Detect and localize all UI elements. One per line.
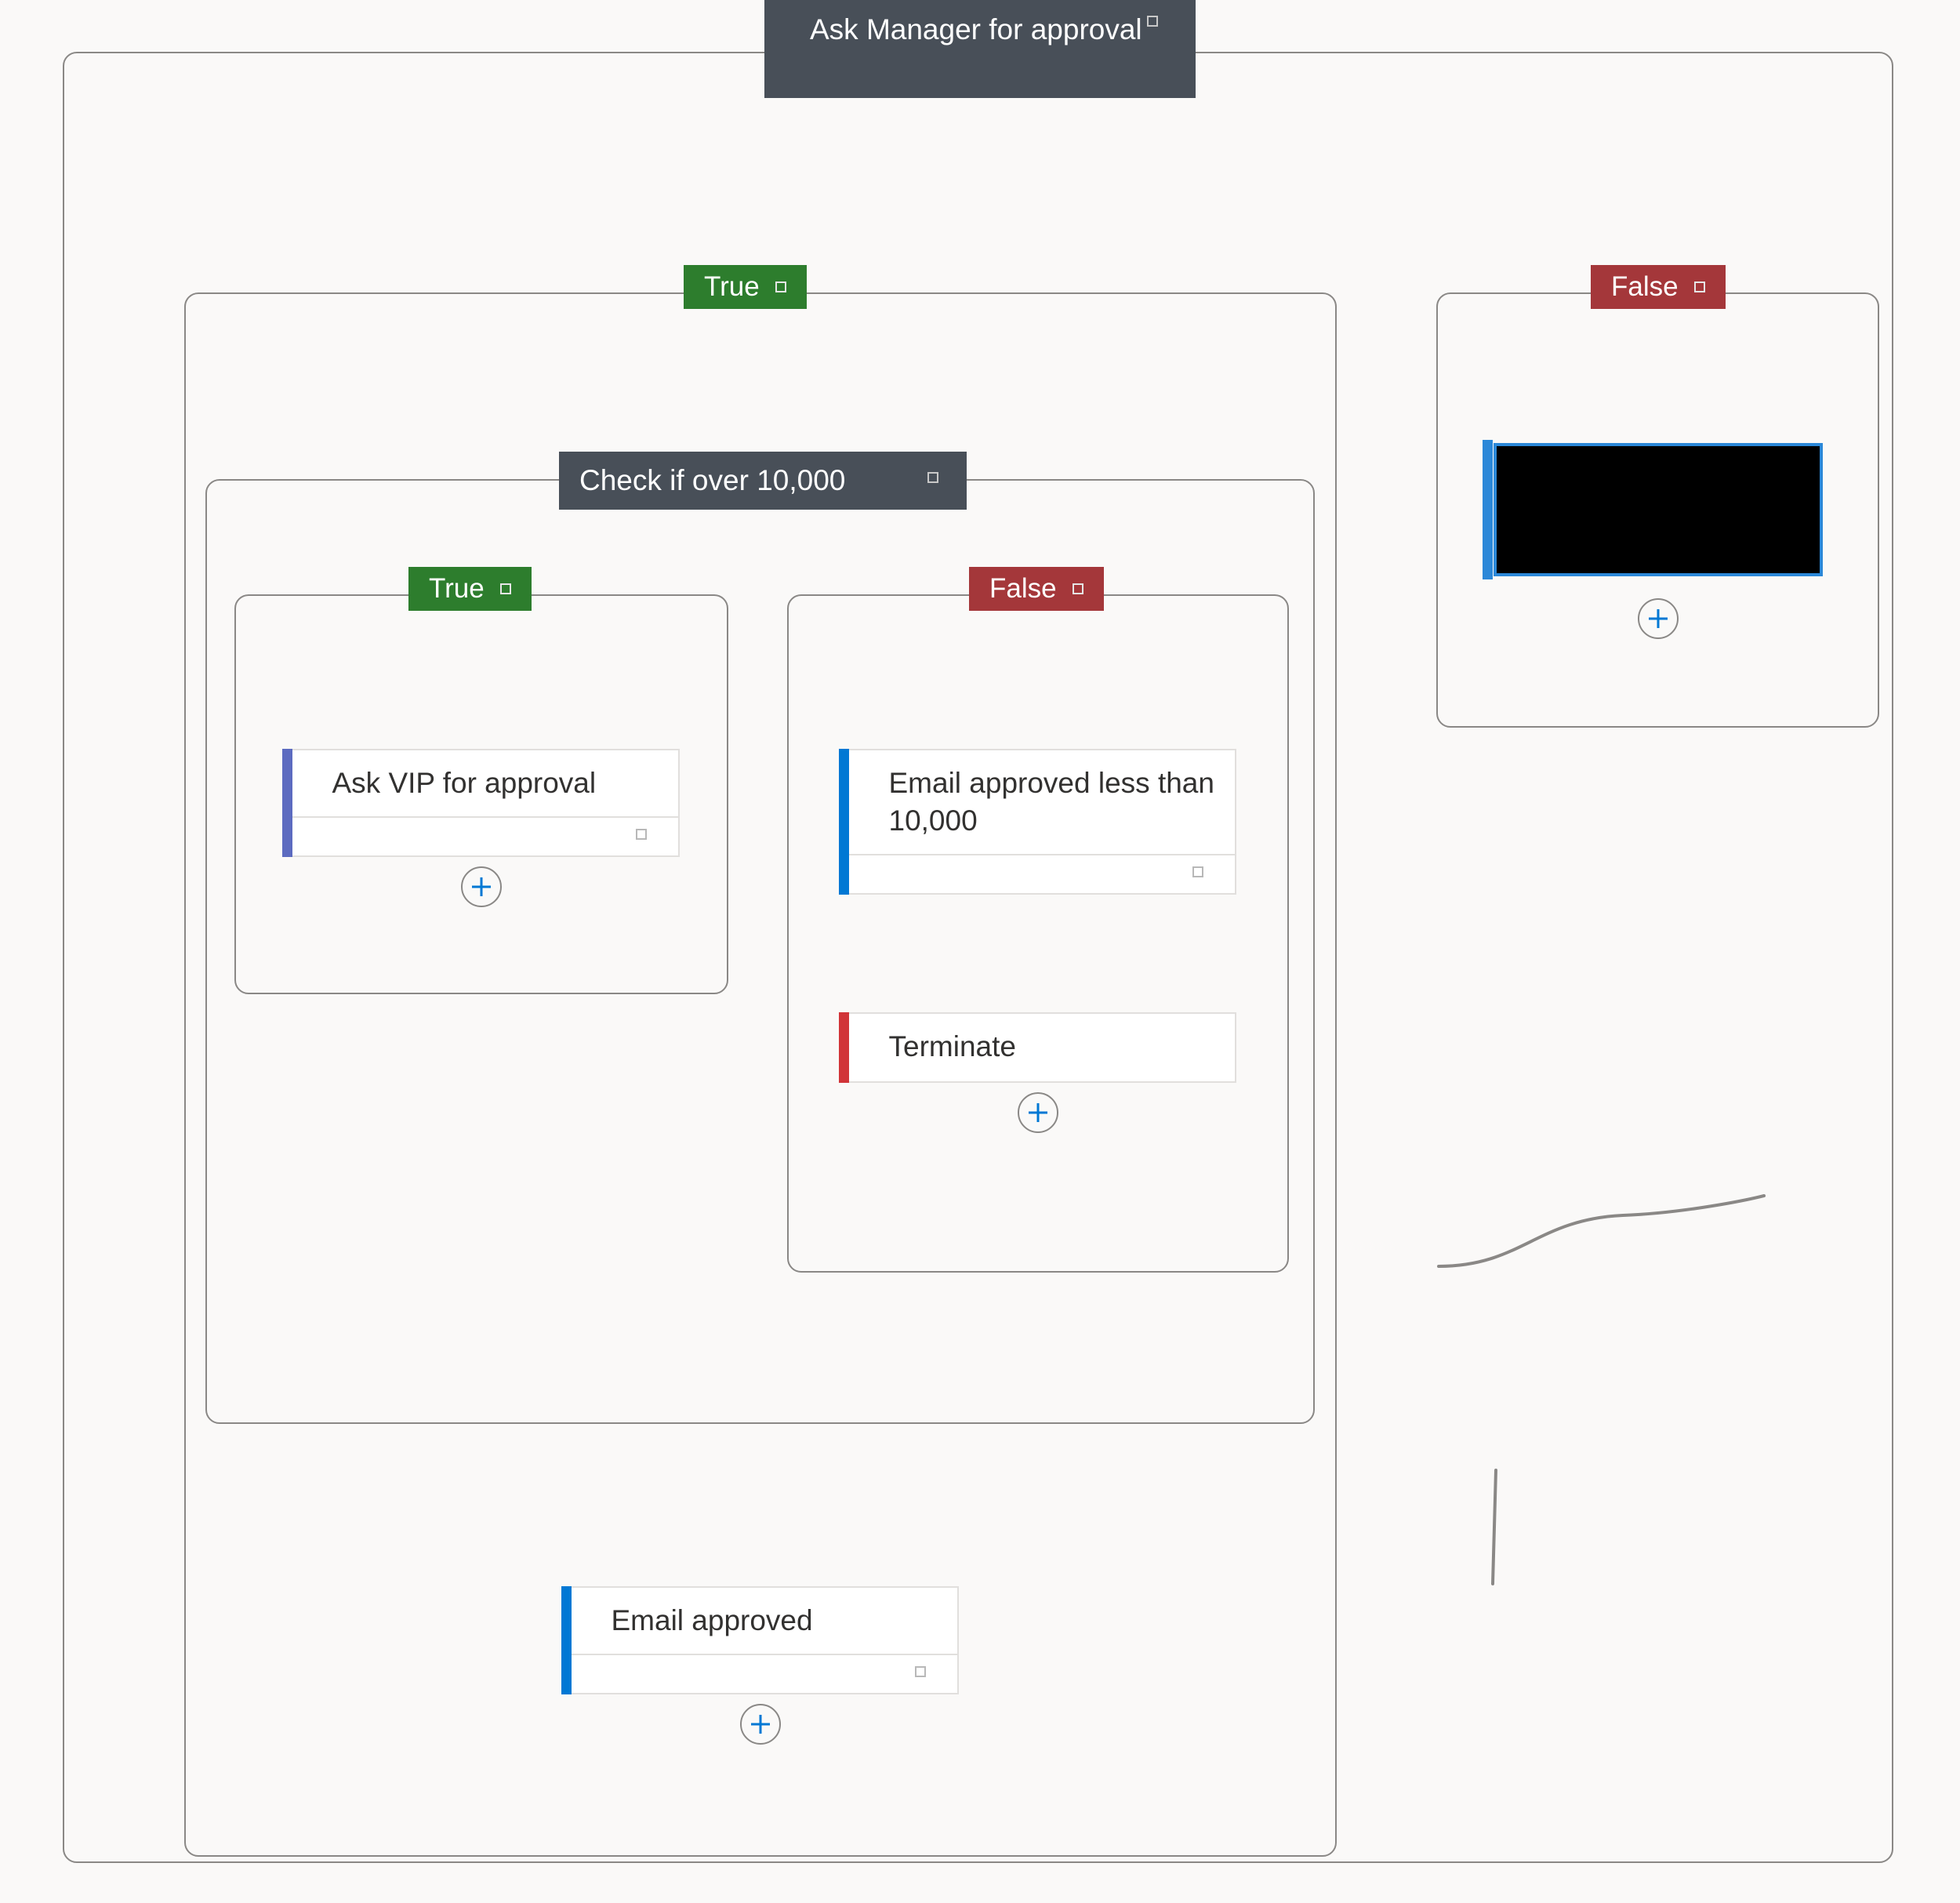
tag-inner-true[interactable]: True xyxy=(408,567,532,611)
condition-container-inner: Check if over 10,000 True Ask VIP for ap… xyxy=(205,479,1315,1424)
expand-icon[interactable] xyxy=(1192,866,1203,877)
branch-inner-true: True Ask VIP for approval xyxy=(234,594,728,994)
add-action-button[interactable] xyxy=(740,1704,781,1745)
action-email-approved-title: Email approved xyxy=(612,1604,813,1636)
annotation-stroke xyxy=(1435,1192,1772,1286)
tag-inner-false-label: False xyxy=(989,573,1057,605)
stripe-red xyxy=(839,1012,849,1083)
collapse-icon[interactable] xyxy=(1694,281,1705,292)
tag-inner-false[interactable]: False xyxy=(969,567,1104,611)
branch-false-main: False xyxy=(1436,292,1879,728)
tag-true-main[interactable]: True xyxy=(684,265,807,309)
expand-icon[interactable] xyxy=(636,829,647,840)
action-redacted[interactable] xyxy=(1494,443,1823,576)
add-action-button[interactable] xyxy=(1638,598,1679,639)
action-sub-row xyxy=(285,818,678,855)
annotation-stroke xyxy=(1490,1466,1505,1592)
action-terminate[interactable]: Terminate xyxy=(840,1012,1236,1083)
action-sub-row xyxy=(564,1655,957,1693)
inner-condition-title: Check if over 10,000 xyxy=(579,464,845,497)
add-action-button[interactable] xyxy=(461,866,502,907)
root-condition-title: Ask Manager for approval xyxy=(810,13,1142,45)
tag-false-label: False xyxy=(1611,271,1679,303)
collapse-icon[interactable] xyxy=(1147,16,1158,27)
branch-inner-false: False Email approved less than 10,000 xyxy=(787,594,1289,1273)
action-email-under[interactable]: Email approved less than 10,000 xyxy=(840,749,1236,895)
collapse-icon[interactable] xyxy=(500,583,511,594)
action-ask-vip[interactable]: Ask VIP for approval xyxy=(284,749,680,857)
collapse-icon[interactable] xyxy=(775,281,786,292)
add-action-button[interactable] xyxy=(1018,1092,1058,1133)
tag-inner-true-label: True xyxy=(429,573,485,605)
action-email-approved[interactable]: Email approved xyxy=(563,1586,959,1694)
tag-true-label: True xyxy=(704,271,760,303)
action-terminate-title: Terminate xyxy=(889,1030,1016,1062)
action-sub-row xyxy=(842,855,1235,893)
expand-icon[interactable] xyxy=(915,1666,926,1677)
tag-false-main[interactable]: False xyxy=(1591,265,1726,309)
root-condition-header[interactable]: Ask Manager for approval xyxy=(764,0,1196,98)
condition-container-root: True Check if over 10,000 True Ask VIP f… xyxy=(63,52,1893,1863)
action-email-under-title: Email approved less than 10,000 xyxy=(889,767,1214,837)
inner-condition-header[interactable]: Check if over 10,000 xyxy=(559,452,967,510)
action-ask-vip-title: Ask VIP for approval xyxy=(332,767,597,799)
stripe-blue xyxy=(1483,440,1493,579)
collapse-icon[interactable] xyxy=(927,472,938,483)
collapse-icon[interactable] xyxy=(1073,583,1083,594)
